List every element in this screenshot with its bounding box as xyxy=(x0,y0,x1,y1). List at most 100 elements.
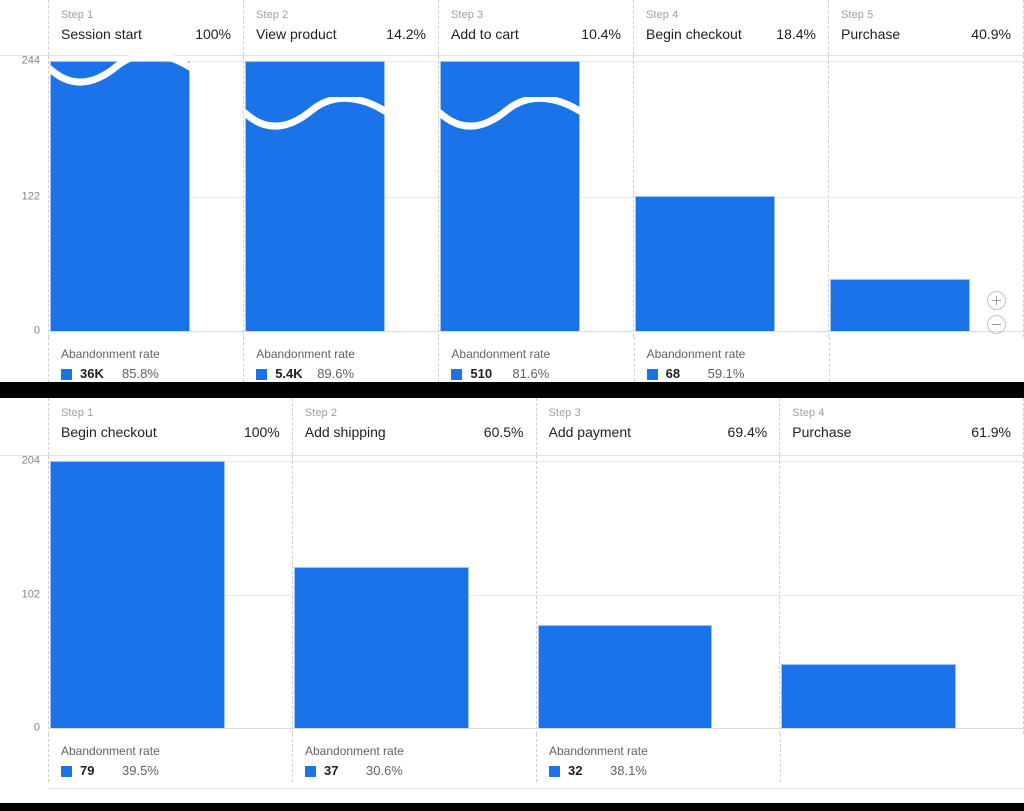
section-divider xyxy=(0,382,1024,398)
funnel-bar[interactable] xyxy=(50,461,225,728)
step-completion-rate: 69.4% xyxy=(727,424,768,440)
abandonment-count: 5.4K xyxy=(275,366,303,381)
step-row: Purchase 40.9% xyxy=(841,24,1011,44)
step-completion-rate: 100% xyxy=(195,26,231,42)
legend-swatch-icon xyxy=(549,765,560,777)
bar-column[interactable] xyxy=(243,56,438,337)
step-name: View product xyxy=(256,26,337,42)
abandonment-rate-label: Abandonment rate xyxy=(256,347,355,361)
step-ordinal: Step 1 xyxy=(61,9,94,21)
funnel-bar[interactable] xyxy=(245,61,385,331)
axis-gutter xyxy=(0,398,48,455)
step-name: Begin checkout xyxy=(61,424,157,440)
abandonment-card: Abandonment rate 5.4K 89.6% xyxy=(243,337,438,382)
y-axis-tick: 0 xyxy=(33,324,40,337)
bar-column[interactable] xyxy=(48,56,243,337)
abandonment-card: Abandonment rate 79 39.5% xyxy=(48,734,292,782)
funnel-step-card[interactable]: Step 2 View product 14.2% xyxy=(243,0,438,55)
funnel-bar[interactable] xyxy=(50,61,190,331)
funnel-step-card[interactable]: Step 5 Purchase 40.9% xyxy=(828,0,1024,55)
funnel-steps-footer: Abandonment rate 36K 85.8% Abandonment rate… xyxy=(0,337,1024,382)
step-completion-rate: 60.5% xyxy=(483,424,524,440)
abandonment-percent: 81.6% xyxy=(512,366,550,381)
step-name: Begin checkout xyxy=(646,26,742,42)
step-name: Purchase xyxy=(841,26,901,42)
bar-column[interactable] xyxy=(48,456,292,734)
step-completion-rate: 18.4% xyxy=(776,26,816,42)
funnel-step-card[interactable]: Step 1 Session start 100% xyxy=(48,0,243,55)
funnel-bar[interactable] xyxy=(537,625,713,728)
funnel-bar[interactable] xyxy=(781,664,957,728)
funnel-bar[interactable] xyxy=(635,196,775,331)
step-row: Begin checkout 18.4% xyxy=(646,24,816,44)
abandonment-row: 68 59.1% xyxy=(646,366,817,382)
step-completion-rate: 61.9% xyxy=(971,424,1011,440)
abandonment-percent: 38.1% xyxy=(610,763,647,778)
step-row: Purchase 61.9% xyxy=(792,422,1011,442)
funnel-step-card[interactable]: Step 3 Add to cart 10.4% xyxy=(438,0,633,55)
legend-swatch-icon xyxy=(646,368,658,380)
step-name: Add to cart xyxy=(451,26,519,42)
bars-region xyxy=(48,56,1024,337)
legend-swatch-icon xyxy=(61,765,72,777)
footer-gutter xyxy=(0,734,48,782)
abandonment-percent: 59.1% xyxy=(707,366,745,381)
abandonment-card: Abandonment rate 36K 85.8% xyxy=(48,337,243,382)
abandonment-count: 36K xyxy=(80,366,104,381)
abandonment-row: 32 38.1% xyxy=(549,763,768,779)
y-axis-tick: 122 xyxy=(21,190,40,202)
funnel-step-card[interactable]: Step 4 Begin checkout 18.4% xyxy=(633,0,828,55)
step-ordinal: Step 4 xyxy=(646,9,679,21)
abandonment-row: 79 39.5% xyxy=(61,763,280,779)
y-axis-tick: 204 xyxy=(21,454,40,467)
bar-column[interactable] xyxy=(633,56,828,337)
step-row: Add to cart 10.4% xyxy=(451,24,621,44)
abandonment-rate-label: Abandonment rate xyxy=(451,347,551,361)
legend-swatch-icon xyxy=(61,368,72,380)
zoom-controls[interactable] xyxy=(987,291,1006,334)
funnel-step-card[interactable]: Step 3 Add payment 69.4% xyxy=(535,398,780,455)
abandonment-rate-label: Abandonment rate xyxy=(549,744,648,758)
footer-bottom-rule xyxy=(48,788,1024,789)
bars-region xyxy=(48,456,1024,734)
footer-gutter xyxy=(0,337,48,382)
step-row: Add payment 69.4% xyxy=(549,422,768,442)
abandonment-percent: 30.6% xyxy=(366,763,403,778)
step-completion-rate: 100% xyxy=(243,424,280,440)
y-axis-tick: 0 xyxy=(33,721,40,734)
step-ordinal: Step 2 xyxy=(304,407,338,419)
bar-columns xyxy=(48,56,1024,337)
step-completion-rate: 40.9% xyxy=(971,26,1011,42)
step-row: View product 14.2% xyxy=(256,24,426,44)
abandonment-percent: 85.8% xyxy=(122,366,159,381)
funnel-steps-footer: Abandonment rate 79 39.5% Abandonment rate 3… xyxy=(0,734,1024,782)
funnel-step-card[interactable]: Step 1 Begin checkout 100% xyxy=(48,398,292,455)
funnel-bar[interactable] xyxy=(440,61,580,331)
y-axis-tick: 244 xyxy=(21,54,40,67)
abandonment-count: 510 xyxy=(470,366,493,381)
bar-column[interactable] xyxy=(779,456,1024,734)
abandonment-card: Abandonment rate 510 81.6% xyxy=(438,337,633,382)
zoom-in-icon[interactable] xyxy=(987,291,1006,310)
step-name: Purchase xyxy=(792,424,852,440)
abandonment-rate-label: Abandonment rate xyxy=(61,347,160,361)
legend-swatch-icon xyxy=(451,368,463,380)
funnel-step-card[interactable]: Step 4 Purchase 61.9% xyxy=(779,398,1024,455)
abandonment-count: 32 xyxy=(568,763,583,778)
abandonment-card xyxy=(780,734,1024,782)
y-axis: 244 122 0 xyxy=(0,54,48,337)
abandonment-rate-label: Abandonment rate xyxy=(305,744,404,758)
abandonment-count: 37 xyxy=(324,763,339,778)
step-ordinal: Step 3 xyxy=(451,9,484,21)
abandonment-card: Abandonment rate 37 30.6% xyxy=(292,734,536,782)
bar-column[interactable] xyxy=(438,56,633,337)
funnel-bar[interactable] xyxy=(293,567,469,728)
funnel-bar[interactable] xyxy=(830,279,970,331)
step-ordinal: Step 2 xyxy=(256,9,289,21)
funnel-step-card[interactable]: Step 2 Add shipping 60.5% xyxy=(291,398,536,455)
abandonment-card: Abandonment rate 32 38.1% xyxy=(536,734,780,782)
bar-column[interactable] xyxy=(291,456,536,734)
step-ordinal: Step 4 xyxy=(792,407,825,419)
bar-column[interactable] xyxy=(535,456,780,734)
zoom-out-icon[interactable] xyxy=(987,315,1006,334)
